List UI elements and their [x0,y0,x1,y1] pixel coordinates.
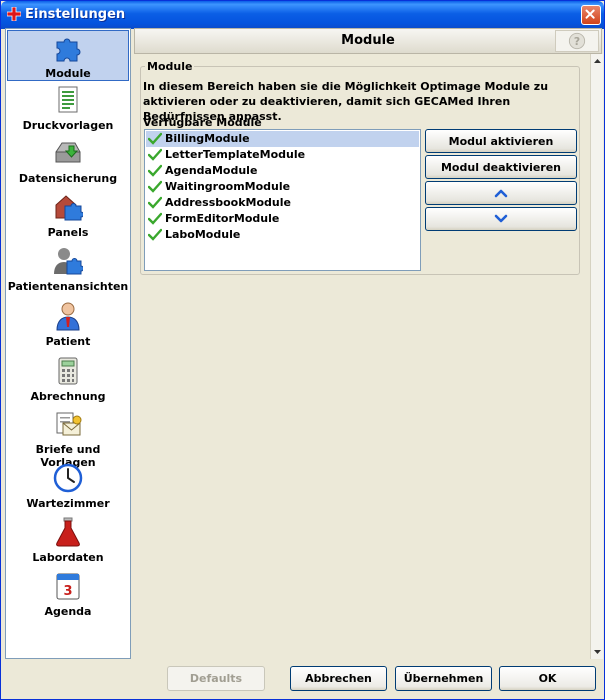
close-button[interactable] [581,5,601,25]
list-item-lettertemplatemodule[interactable]: LetterTemplateModule [146,147,419,163]
cancel-button[interactable]: Abbrechen [290,666,387,691]
module-name: BillingModule [165,132,250,145]
sidebar-item-label: Wartezimmer [26,497,110,510]
apply-button[interactable]: Übernehmen [395,666,492,691]
group-legend: Module [145,60,195,73]
sidebar-item-patientenansichten[interactable]: Patientenansichten [7,246,129,294]
sidebar-item-label: Abrechnung [30,390,106,403]
module-name: FormEditorModule [165,212,280,225]
panels-icon [55,195,83,221]
scroll-down-icon[interactable] [591,645,604,658]
module-list[interactable]: BillingModule LetterTemplateModule Agend… [144,129,421,271]
move-up-button[interactable] [425,181,577,205]
list-item-billingmodule[interactable]: BillingModule [146,131,419,147]
module-group-box: Module In diesem Bereich haben sie die M… [140,60,580,275]
list-item-formeditormodule[interactable]: FormEditorModule [146,211,419,227]
sidebar-item-label: Labordaten [32,551,104,564]
patient-icon [56,302,80,331]
sidebar-item-wartezimmer[interactable]: Wartezimmer [7,463,129,511]
check-icon [148,180,162,193]
list-item-addressbookmodule[interactable]: AddressbookModule [146,195,419,211]
settings-sidebar: Module Druckvorlagen Datensicherung Pane… [5,28,131,659]
letter-icon [56,412,82,436]
sidebar-item-patient[interactable]: Patient [7,301,129,349]
check-icon [148,132,162,145]
calculator-icon [58,357,78,385]
close-icon [585,9,595,19]
document-template-icon [58,86,78,113]
panel-header: Module ? [134,28,602,54]
activate-module-button[interactable]: Modul aktivieren [425,129,577,153]
settings-window: Einstellungen Module Druckvorlagen Daten… [0,0,605,700]
page-title: Module [341,33,395,48]
puzzle-icon [56,38,81,62]
sidebar-item-label: Patient [45,335,91,348]
sidebar-item-label: Module [45,67,91,80]
module-name: LetterTemplateModule [165,148,306,161]
move-down-button[interactable] [425,207,577,231]
sidebar-item-abrechnung[interactable]: Abrechnung [7,356,129,404]
check-icon [148,148,162,161]
help-icon: ? [568,32,586,50]
check-icon [148,228,162,241]
calendar-icon: 3 [56,573,80,600]
clock-icon [53,463,83,493]
chevron-up-icon [494,189,508,198]
deactivate-module-button[interactable]: Modul deaktivieren [425,155,577,179]
sidebar-item-label: Patientenansichten [7,280,129,293]
sidebar-item-panels[interactable]: Panels [7,192,129,240]
list-item-labomodule[interactable]: LaboModule [146,227,419,243]
patient-views-icon [54,248,83,275]
list-item-agendamodule[interactable]: AgendaModule [146,163,419,179]
sidebar-item-agenda[interactable]: 3 Agenda [7,571,129,619]
check-icon [148,212,162,225]
module-name: AddressbookModule [165,196,291,209]
defaults-button[interactable]: Defaults [167,666,265,691]
check-icon [148,196,162,209]
title-bar[interactable]: Einstellungen [1,1,604,29]
sidebar-item-briefe-und-vorlagen[interactable]: Briefe und Vorlagen [7,409,129,469]
module-name: AgendaModule [165,164,258,177]
sidebar-item-labordaten[interactable]: Labordaten [7,517,129,565]
sidebar-item-druckvorlagen[interactable]: Druckvorlagen [7,85,129,133]
available-modules-label: Verfügbare Module [143,116,262,129]
sidebar-item-label: Panels [47,226,89,239]
module-name: LaboModule [165,228,241,241]
help-symbol: ? [574,35,580,48]
chevron-down-icon [494,214,508,223]
list-item-waitingroommodule[interactable]: WaitingroomModule [146,179,419,195]
sidebar-item-datensicherung[interactable]: Datensicherung [7,138,129,186]
vertical-scrollbar[interactable] [590,54,603,659]
module-name: WaitingroomModule [165,180,291,193]
flask-icon [56,517,80,547]
sidebar-item-label: Druckvorlagen [22,119,114,132]
window-title: Einstellungen [25,7,126,22]
sidebar-item-label: Datensicherung [18,172,118,185]
help-button[interactable]: ? [555,30,599,52]
sidebar-item-module[interactable]: Module [7,30,129,81]
check-icon [148,164,162,177]
module-settings-panel: Module In diesem Bereich haben sie die M… [134,54,590,659]
scroll-up-icon[interactable] [591,55,604,68]
sidebar-item-label: Agenda [44,605,92,618]
red-cross-icon [7,7,21,21]
ok-button[interactable]: OK [499,666,596,691]
svg-text:3: 3 [63,584,72,599]
backup-drive-icon [55,142,81,163]
